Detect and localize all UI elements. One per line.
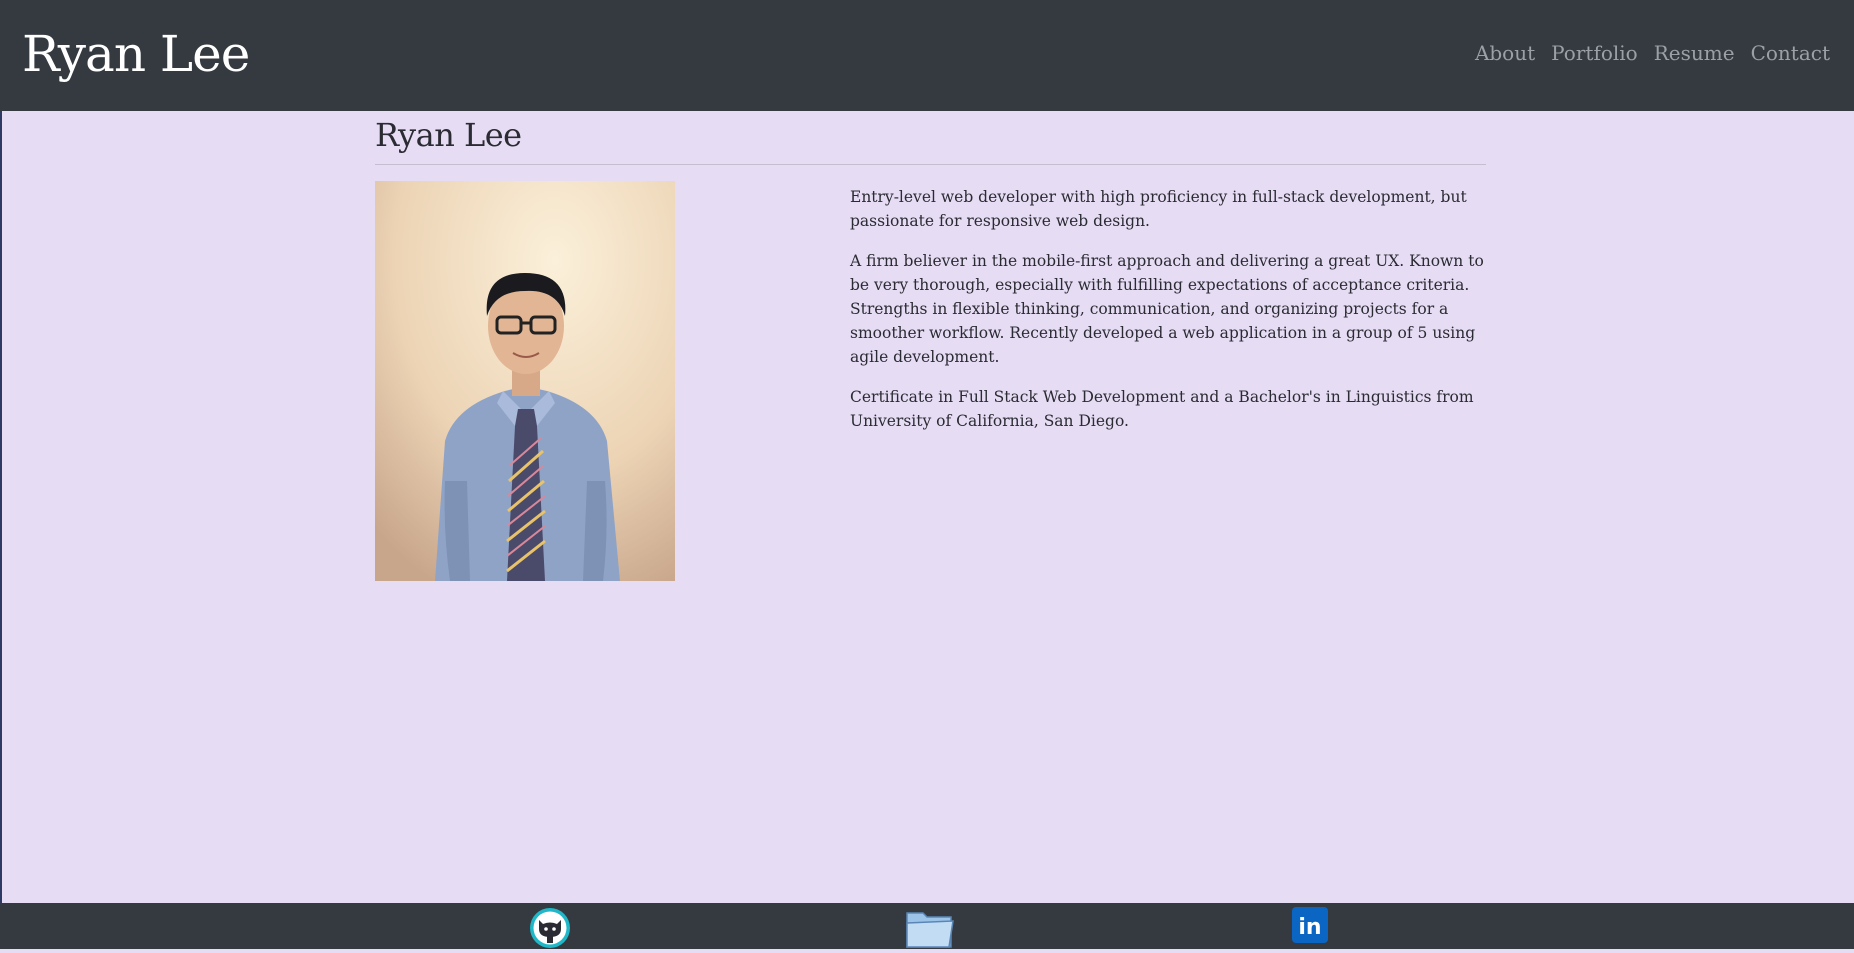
nav-links: About Portfolio Resume Contact	[1475, 41, 1830, 65]
bio-paragraph: Certificate in Full Stack Web Developmen…	[850, 388, 1474, 430]
photo-column	[375, 181, 850, 581]
bio-paragraph: Entry-level web developer with high prof…	[850, 188, 1467, 230]
bio-column: Entry-level web developer with high prof…	[850, 181, 1486, 581]
navbar: Ryan Lee About Portfolio Resume Contact	[0, 0, 1854, 111]
nav-link-about[interactable]: About	[1475, 41, 1535, 65]
linkedin-icon[interactable]: in	[1292, 907, 1328, 947]
about-row: Entry-level web developer with high prof…	[375, 181, 1486, 581]
about-section: Ryan Lee Entry-level web developer with …	[375, 111, 1486, 581]
page-title: Ryan Lee	[375, 111, 1486, 165]
brand-link[interactable]: Ryan Lee	[22, 25, 250, 83]
footer: in	[0, 903, 1854, 949]
bio-paragraph: A firm believer in the mobile-first appr…	[850, 252, 1484, 366]
folder-icon[interactable]	[905, 907, 955, 953]
window-left-edge	[0, 0, 2, 949]
nav-link-portfolio[interactable]: Portfolio	[1551, 41, 1638, 65]
profile-photo	[375, 181, 675, 581]
nav-link-contact[interactable]: Contact	[1751, 41, 1830, 65]
nav-link-resume[interactable]: Resume	[1654, 41, 1735, 65]
github-icon[interactable]	[529, 907, 571, 953]
linkedin-icon-text: in	[1298, 915, 1321, 940]
